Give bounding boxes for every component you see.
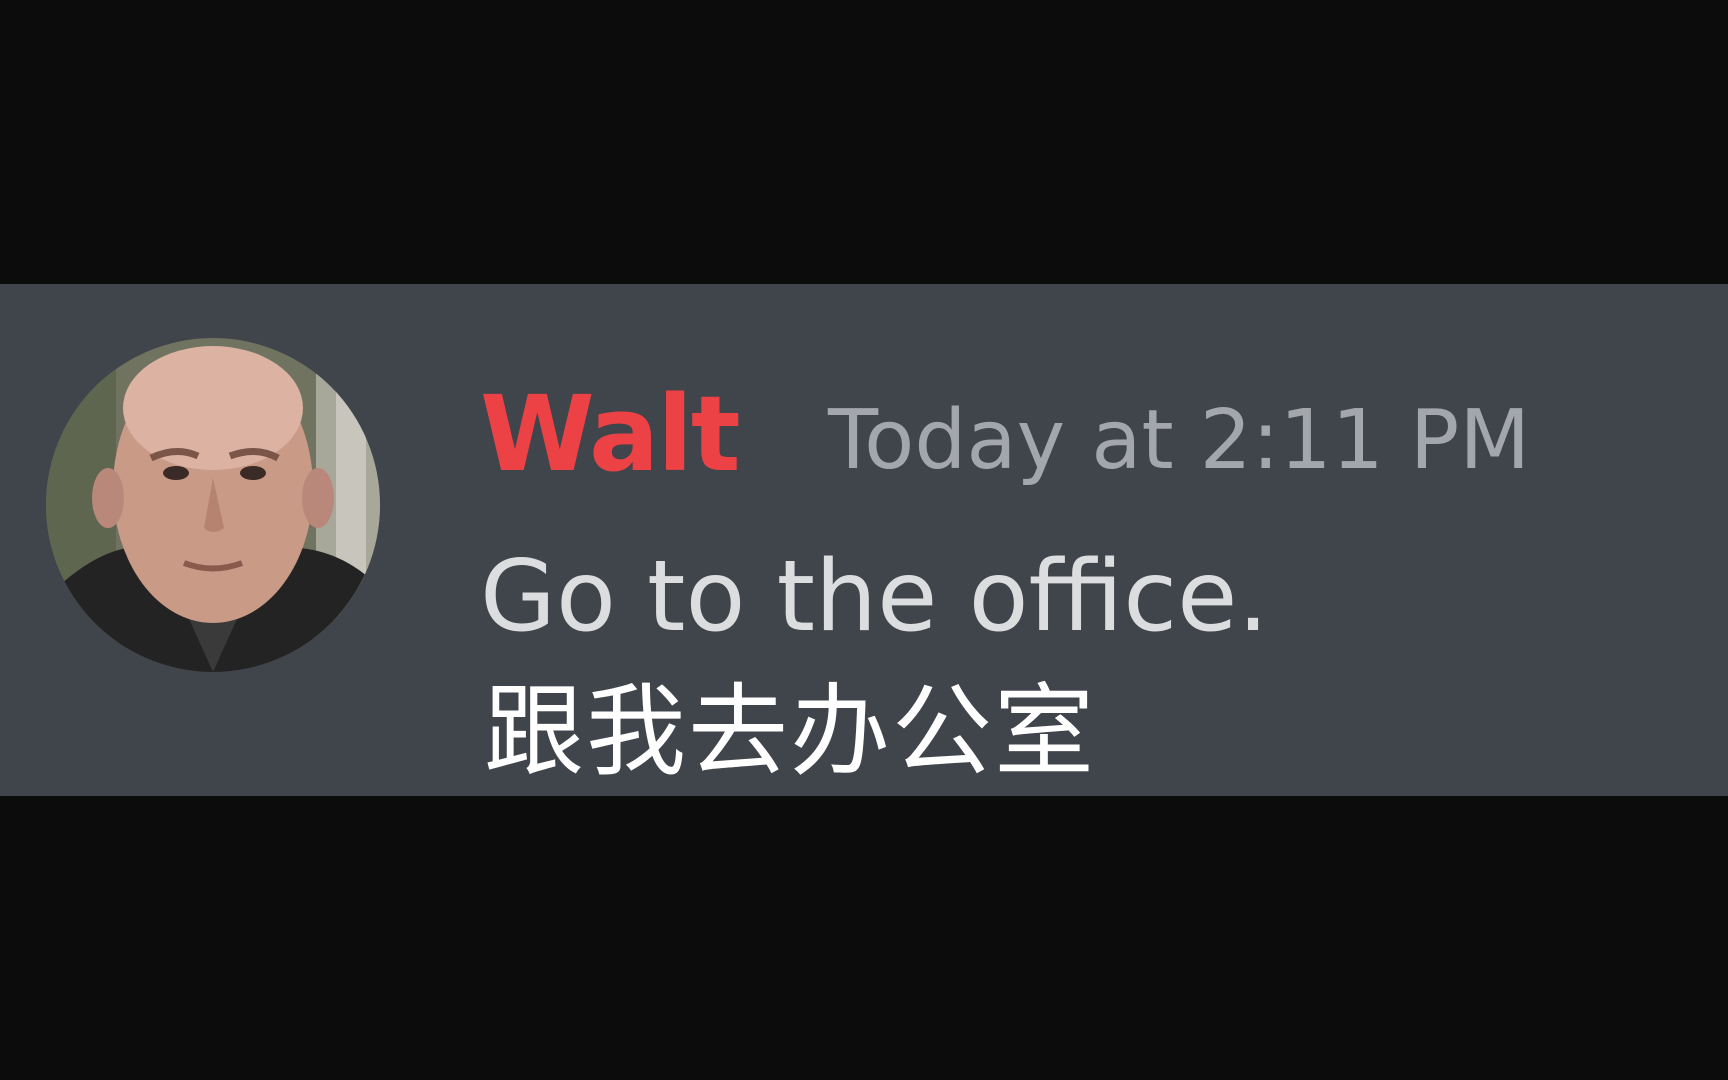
video-subtitle: 跟我去办公室 <box>484 673 1096 790</box>
author-name[interactable]: Walt <box>480 382 741 486</box>
avatar-photo-icon <box>46 338 380 672</box>
avatar[interactable] <box>46 338 380 672</box>
message-content: Go to the office. <box>480 540 1269 654</box>
video-frame: Walt Today at 2:11 PM Go to the office. … <box>0 0 1728 1080</box>
message-timestamp: Today at 2:11 PM <box>828 393 1531 488</box>
